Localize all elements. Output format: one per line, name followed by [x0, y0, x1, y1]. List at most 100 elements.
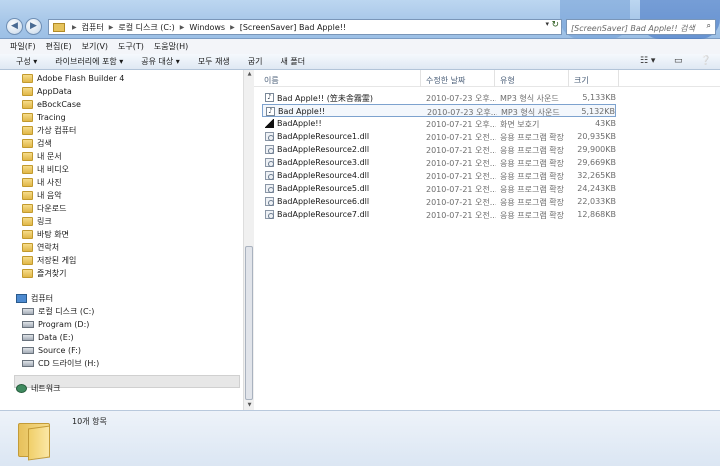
breadcrumb-local-disk[interactable]: 로컬 디스크 (C:): [116, 22, 176, 33]
dll-file-icon: [265, 210, 274, 219]
file-row[interactable]: BadAppleResource6.dll 2010-07-21 오전... 응…: [262, 195, 616, 208]
nav-item-appdata[interactable]: AppData: [22, 85, 72, 98]
drive-icon: [22, 308, 34, 315]
nav-item-network[interactable]: 네트워크: [16, 382, 60, 395]
nav-item-desktop[interactable]: 바탕 화면: [22, 228, 69, 241]
search-input[interactable]: [ScreenSaver] Bad Apple!! 검색 ⌕: [566, 19, 716, 35]
address-bar[interactable]: ▶ 컴퓨터 ▶ 로컬 디스크 (C:) ▶ Windows ▶ [ScreenS…: [48, 19, 562, 35]
folder-icon: [22, 178, 33, 187]
file-size: 29,669KB: [577, 158, 616, 167]
menu-tools[interactable]: 도구(T): [118, 41, 144, 52]
chevron-right-icon: ▶: [230, 23, 235, 31]
file-type: 응용 프로그램 확장: [500, 211, 564, 220]
nav-item-ebockcase[interactable]: eBockCase: [22, 98, 81, 111]
nav-item-pictures[interactable]: 내 사진: [22, 176, 62, 189]
back-arrow-icon: ◀: [11, 21, 18, 31]
folder-icon: [22, 126, 33, 135]
view-options-icon[interactable]: ☷ ▾: [640, 56, 655, 66]
column-divider[interactable]: [618, 70, 619, 87]
nav-item-videos[interactable]: 내 비디오: [22, 163, 69, 176]
play-all-button[interactable]: 모두 재생: [198, 56, 230, 67]
nav-item-source-f[interactable]: Source (F:): [22, 344, 81, 357]
chevron-right-icon: ▶: [179, 23, 185, 31]
column-divider[interactable]: [420, 70, 421, 87]
column-header-type[interactable]: 유형: [500, 75, 515, 86]
nav-item-tracing[interactable]: Tracing: [22, 111, 66, 124]
column-divider[interactable]: [494, 70, 495, 87]
folder-icon: [22, 74, 33, 83]
file-row[interactable]: BadAppleResource3.dll 2010-07-21 오전... 응…: [262, 156, 616, 169]
file-size: 43KB: [595, 119, 616, 128]
column-divider[interactable]: [568, 70, 569, 87]
file-row[interactable]: BadApple!! 2010-07-21 오후... 화면 보호기 43KB: [262, 117, 616, 130]
music-file-icon: ♪: [266, 107, 275, 116]
dll-file-icon: [265, 171, 274, 180]
nav-item-label: 내 비디오: [37, 165, 69, 174]
nav-item-data-e[interactable]: Data (E:): [22, 331, 74, 344]
back-button[interactable]: ◀: [6, 18, 23, 35]
nav-item-label: 로컬 디스크 (C:): [38, 307, 95, 316]
scrollbar-thumb[interactable]: [245, 246, 253, 400]
file-row[interactable]: BadAppleResource2.dll 2010-07-21 오전... 응…: [262, 143, 616, 156]
nav-item-label: AppData: [37, 87, 72, 96]
file-name: Bad Apple!! (笠未舎霧霊): [277, 94, 373, 103]
file-row[interactable]: BadAppleResource1.dll 2010-07-21 오전... 응…: [262, 130, 616, 143]
command-bar: 구성 ▾ 라이브러리에 포함 ▾ 공유 대상 ▾ 모두 재생 굽기 새 폴더 ☷…: [0, 54, 720, 70]
refresh-icon[interactable]: ↻: [551, 20, 559, 30]
share-with-button[interactable]: 공유 대상 ▾: [141, 56, 180, 67]
nav-item-cd-drive-h[interactable]: CD 드라이브 (H:): [22, 357, 99, 370]
file-row[interactable]: ♪ Bad Apple!! (笠未舎霧霊) 2010-07-23 오후... M…: [262, 91, 616, 104]
breadcrumb-current-folder[interactable]: [ScreenSaver] Bad Apple!!: [238, 23, 348, 32]
nav-item-program-d[interactable]: Program (D:): [22, 318, 89, 331]
help-icon[interactable]: ❔: [700, 56, 711, 66]
folder-icon: [22, 113, 33, 122]
menu-help[interactable]: 도움말(H): [154, 41, 188, 52]
menu-view[interactable]: 보기(V): [82, 41, 108, 52]
nav-scrollbar[interactable]: ▲ ▼: [243, 70, 254, 410]
burn-button[interactable]: 굽기: [248, 56, 263, 67]
preview-pane-icon[interactable]: ▭: [674, 56, 683, 66]
nav-item-contacts[interactable]: 연락처: [22, 241, 59, 254]
file-size: 20,935KB: [577, 132, 616, 141]
nav-item-favorites[interactable]: 즐겨찾기: [22, 267, 66, 280]
folder-icon: [18, 419, 52, 461]
drive-icon: [22, 347, 34, 354]
nav-item-local-disk-c[interactable]: 로컬 디스크 (C:): [22, 305, 94, 318]
file-size: 32,265KB: [577, 171, 616, 180]
nav-item-adobe-flash-builder[interactable]: Adobe Flash Builder 4: [22, 72, 124, 85]
nav-item-links[interactable]: 링크: [22, 215, 52, 228]
nav-item-saved-games[interactable]: 저장된 게임: [22, 254, 76, 267]
nav-item-documents[interactable]: 내 문서: [22, 150, 62, 163]
column-header-size[interactable]: 크기: [574, 75, 589, 86]
file-row[interactable]: BadAppleResource7.dll 2010-07-21 오전... 응…: [262, 208, 616, 221]
column-header-name[interactable]: 이름: [264, 75, 279, 86]
file-row-selected[interactable]: ♪ Bad Apple!! 2010-07-23 오후... MP3 형식 사운…: [262, 104, 616, 117]
organize-button[interactable]: 구성 ▾: [16, 56, 37, 67]
navigation-pane: Adobe Flash Builder 4 AppData eBockCase …: [0, 70, 244, 410]
nav-item-computer[interactable]: 컴퓨터: [16, 292, 53, 305]
nav-item-downloads[interactable]: 다운로드: [22, 202, 66, 215]
forward-button[interactable]: ▶: [25, 18, 42, 35]
file-row[interactable]: BadAppleResource5.dll 2010-07-21 오전... 응…: [262, 182, 616, 195]
dll-file-icon: [265, 197, 274, 206]
nav-item-virtual-machines[interactable]: 가상 컴퓨터: [22, 124, 76, 137]
nav-item-searches[interactable]: 검색: [22, 137, 52, 150]
new-folder-button[interactable]: 새 폴더: [281, 56, 306, 67]
file-date: 2010-07-21 오전...: [426, 211, 496, 220]
include-in-library-button[interactable]: 라이브러리에 포함 ▾: [55, 56, 123, 67]
breadcrumb-windows[interactable]: Windows: [187, 23, 227, 32]
folder-icon: [22, 152, 33, 161]
breadcrumb-computer[interactable]: 컴퓨터: [80, 22, 106, 33]
menu-file[interactable]: 파일(F): [10, 41, 36, 52]
menu-edit[interactable]: 편집(E): [46, 41, 72, 52]
nav-item-label: 바탕 화면: [37, 230, 69, 239]
search-icon[interactable]: ⌕: [707, 21, 711, 31]
file-row[interactable]: BadAppleResource4.dll 2010-07-21 오전... 응…: [262, 169, 616, 182]
nav-item-label: Data (E:): [38, 333, 74, 342]
nav-item-music[interactable]: 내 음악: [22, 189, 62, 202]
nav-item-label: eBockCase: [37, 100, 81, 109]
column-header-date[interactable]: 수정한 날짜: [426, 75, 465, 86]
file-type: 응용 프로그램 확장: [500, 133, 564, 142]
file-date: 2010-07-21 오전...: [426, 198, 496, 207]
chevron-down-icon[interactable]: ▾: [545, 20, 549, 28]
